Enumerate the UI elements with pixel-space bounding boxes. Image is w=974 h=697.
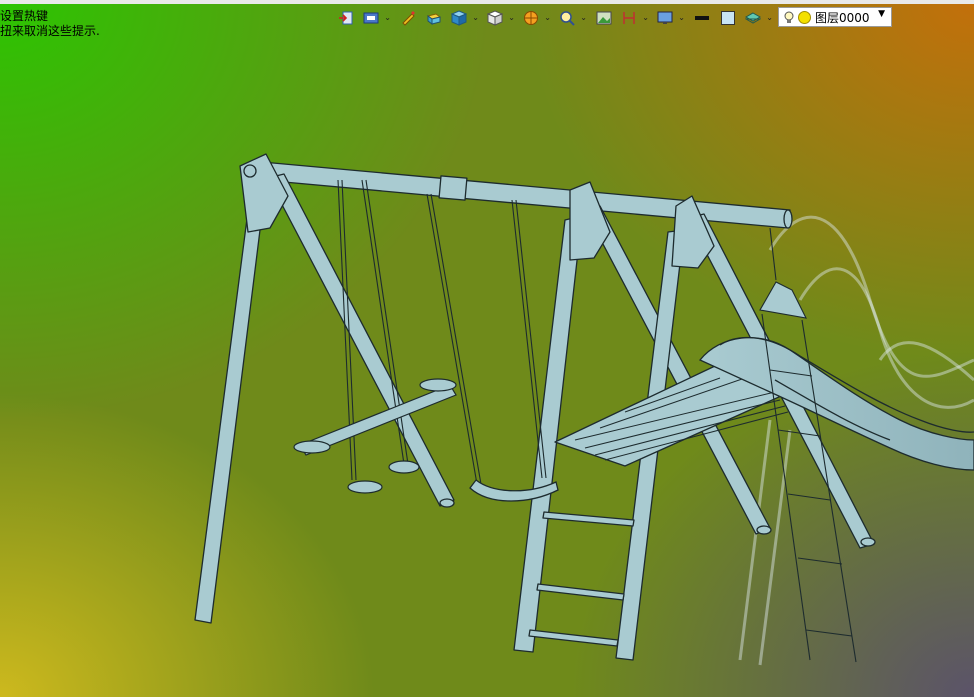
line-color-icon [695,16,709,20]
lightbulb-icon[interactable] [783,11,795,23]
layer-name: 图层0000 [815,10,870,25]
zoom-button[interactable]: ⌄ [556,7,590,29]
layer-stack-icon [745,12,761,24]
line-color-button[interactable] [690,7,714,29]
import-button[interactable] [334,7,358,29]
render-sphere-icon [524,11,538,25]
rope-ladder [759,281,857,663]
view-box-icon [426,13,442,25]
sketch-button[interactable] [396,7,420,29]
background-image-button[interactable] [592,7,616,29]
dimension-icon [623,12,635,24]
layer-color-icon[interactable] [798,10,811,24]
render-mode-button[interactable]: ⌄ [520,7,554,29]
dropdown-arrow-icon[interactable]: ▼ [878,9,885,19]
view-toolbar: ⌄ ⌄ ⌄ ⌄ ⌄ ⌄ ⌄ ⌄ [334,6,776,30]
view-orientation-button[interactable]: ⌄ [484,7,518,29]
dimension-button[interactable]: ⌄ [618,7,652,29]
import-icon [339,11,353,25]
fill-color-icon [721,11,735,25]
image-icon [596,11,612,25]
display-mode-icon [363,12,379,24]
white-cube-icon [487,10,503,26]
layer-select[interactable]: 图层0000 ▼ [778,7,892,27]
cube-icon [451,10,467,26]
display-mode-button[interactable]: ⌄ [360,7,394,29]
zoom-icon [560,11,575,26]
monitor-icon [657,11,673,24]
view-box-button[interactable] [422,7,446,29]
fill-color-button[interactable] [716,7,740,29]
pencil-icon [402,11,415,26]
swing-set-model[interactable] [0,0,974,697]
display-settings-button[interactable]: ⌄ [654,7,688,29]
layers-button[interactable]: ⌄ [742,7,776,29]
frame [194,153,876,661]
standard-views-button[interactable]: ⌄ [448,7,482,29]
3d-viewport[interactable]: 设置热键 扭来取消这些提示. ⌄ ⌄ ⌄ ⌄ ⌄ ⌄ ⌄ ⌄ 图层0000 ▼ [0,0,974,697]
